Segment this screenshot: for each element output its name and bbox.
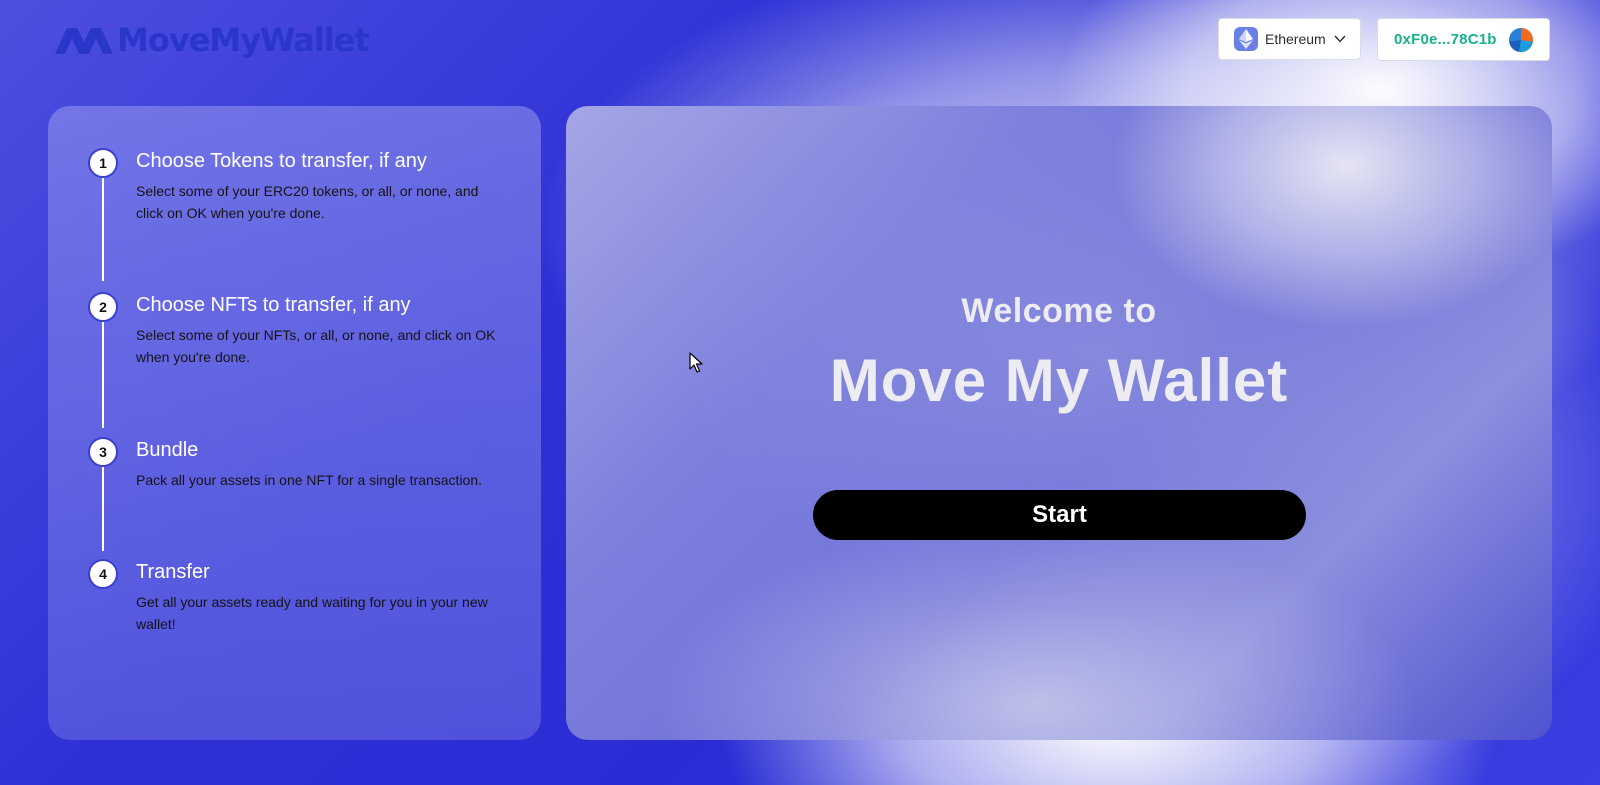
- step-title: Transfer: [136, 561, 210, 583]
- logo-icon: [55, 28, 113, 54]
- step-4: 4 Transfer Get all your assets ready and…: [88, 559, 508, 649]
- start-button[interactable]: Start: [813, 490, 1306, 540]
- network-select[interactable]: Ethereum: [1218, 18, 1361, 60]
- step-2: 2 Choose NFTs to transfer, if any Select…: [88, 292, 508, 432]
- logo-text: MoveMyWallet: [117, 21, 370, 59]
- step-title: Choose Tokens to transfer, if any: [136, 150, 427, 172]
- step-connector: [102, 178, 104, 281]
- step-title: Bundle: [136, 439, 199, 461]
- step-title: Choose NFTs to transfer, if any: [136, 294, 411, 316]
- step-description: Select some of your ERC20 tokens, or all…: [136, 183, 479, 221]
- chevron-down-icon: [1334, 35, 1346, 43]
- step-number: 3: [88, 437, 118, 467]
- step-number: 2: [88, 292, 118, 322]
- steps-panel: 1 Choose Tokens to transfer, if any Sele…: [48, 106, 541, 740]
- wallet-avatar: [1508, 27, 1533, 52]
- network-label: Ethereum: [1265, 31, 1326, 47]
- step-description: Get all your assets ready and waiting fo…: [136, 594, 488, 632]
- ethereum-icon: [1234, 27, 1258, 51]
- mouse-cursor-icon: [689, 352, 703, 379]
- welcome-panel: Welcome to Move My Wallet Start: [566, 106, 1552, 740]
- welcome-subtitle: Welcome to: [961, 292, 1157, 330]
- step-3: 3 Bundle Pack all your assets in one NFT…: [88, 437, 508, 557]
- step-description: Pack all your assets in one NFT for a si…: [136, 472, 483, 488]
- step-connector: [102, 467, 104, 551]
- step-connector: [102, 322, 104, 428]
- step-number: 4: [88, 559, 118, 589]
- welcome-title: Move My Wallet: [829, 347, 1289, 414]
- wallet-account-button[interactable]: 0xF0e...78C1b: [1377, 18, 1550, 61]
- logo[interactable]: MoveMyWallet: [55, 20, 370, 60]
- step-1: 1 Choose Tokens to transfer, if any Sele…: [88, 148, 508, 288]
- wallet-address: 0xF0e...78C1b: [1394, 31, 1497, 48]
- step-number: 1: [88, 148, 118, 178]
- step-description: Select some of your NFTs, or all, or non…: [136, 327, 496, 365]
